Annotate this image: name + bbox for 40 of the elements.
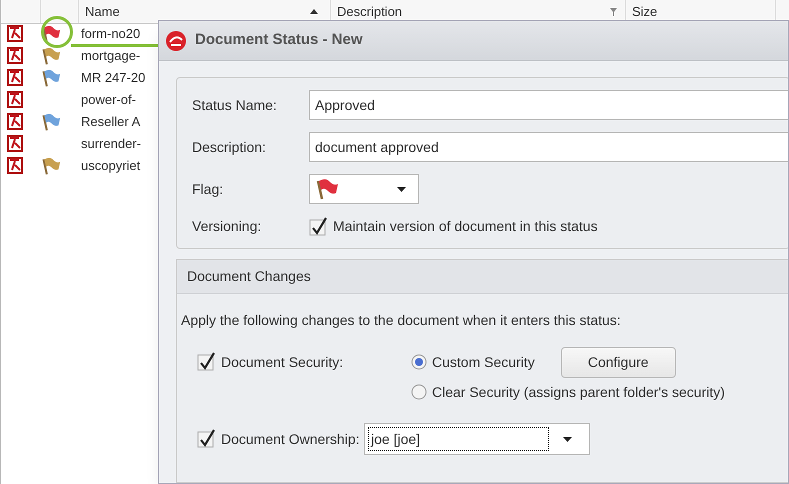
file-name: MR 247-20	[81, 68, 146, 87]
configure-button[interactable]: Configure	[560, 346, 676, 378]
pdf-file-icon	[7, 113, 23, 130]
checkbox-label: Maintain version of document in this status	[333, 217, 598, 236]
checkbox[interactable]	[197, 429, 217, 449]
app-logo-icon	[165, 30, 187, 52]
radio-button[interactable]	[411, 354, 427, 370]
dropdown-arrow-icon	[397, 186, 406, 192]
file-name: power-of-	[81, 90, 136, 109]
file-name: form-no20	[81, 24, 140, 43]
owner-value: joe [joe]	[368, 427, 549, 451]
description-field[interactable]: document approved	[309, 132, 788, 162]
radio-label: Clear Security (assigns parent folder's security)	[432, 382, 725, 402]
filter-icon[interactable]	[610, 8, 617, 16]
pdf-file-icon	[7, 157, 23, 174]
checkbox[interactable]	[309, 216, 329, 236]
file-name: mortgage-	[81, 46, 140, 65]
pdf-file-icon	[7, 91, 23, 108]
field-label: Versioning:	[192, 217, 262, 236]
instruction-text: Apply the following changes to the document when it enters this status:	[181, 312, 621, 328]
checkbox[interactable]	[197, 352, 217, 372]
file-name: uscopyriet	[81, 156, 140, 175]
section-title: Document Changes	[187, 267, 311, 286]
file-name: Reseller A	[81, 112, 140, 131]
file-name: surrender-	[81, 134, 141, 153]
checkbox-label: Document Security:	[221, 352, 344, 372]
flag-dropdown[interactable]	[309, 174, 419, 204]
pdf-file-icon	[7, 47, 23, 64]
radio-label: Custom Security	[432, 352, 535, 372]
owner-dropdown[interactable]: joe [joe]	[364, 423, 590, 455]
pdf-file-icon	[7, 69, 23, 86]
status-name-field[interactable]: Approved	[309, 90, 788, 120]
field-label: Flag:	[192, 180, 224, 199]
field-label: Description:	[192, 138, 267, 157]
field-label: Status Name:	[192, 96, 278, 114]
dialog-title: Document Status - New	[195, 30, 363, 50]
dropdown-arrow-icon	[563, 436, 572, 442]
checkbox-label: Document Ownership:	[221, 430, 361, 449]
pdf-file-icon	[7, 135, 23, 152]
radio-button[interactable]	[411, 384, 427, 400]
